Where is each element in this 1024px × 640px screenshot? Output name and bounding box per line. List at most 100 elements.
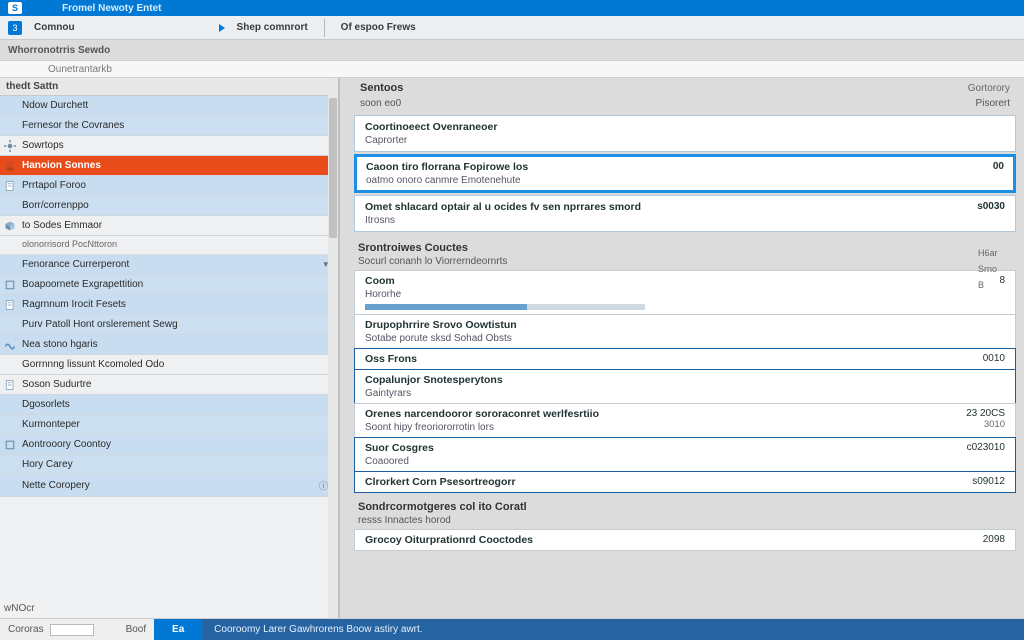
table-row[interactable]: Orenes narcendooror sororaconret werlfes… bbox=[354, 403, 1016, 438]
row-title: Orenes narcendooror sororaconret werlfes… bbox=[365, 408, 599, 420]
row-value: 2098 bbox=[983, 534, 1005, 545]
breadcrumb-sub: Ounetrantarkb bbox=[0, 60, 1024, 78]
section2-sub: Socurl conanh lo Viorrerndeornrts bbox=[354, 256, 1016, 271]
aux-label: B bbox=[978, 280, 1016, 290]
sidebar-item-18[interactable]: Nette Coroperyⓘ bbox=[0, 475, 338, 497]
sidebar-item-label: Sowrtops bbox=[22, 140, 64, 151]
section3-title: Sondrcormotgeres col ito Coratl bbox=[354, 493, 1016, 515]
card-sub: oatmo onoro canmre Emotenehute bbox=[366, 175, 528, 186]
table-row[interactable]: Copalunjor SnotesperytonsGaintyrars bbox=[354, 369, 1016, 404]
table-row[interactable]: Drupophrrire Srovo OowtistunSotabe porut… bbox=[354, 314, 1016, 349]
cube-icon bbox=[4, 220, 16, 232]
status-message: Cooroomy Larer Gawhrorens Boow astiry aw… bbox=[202, 619, 1024, 640]
row-value: s09012 bbox=[972, 476, 1005, 487]
sidebar-item-label: Soson Sudurtre bbox=[22, 379, 92, 390]
sidebar-item-9[interactable]: Ragrnnum Irocit Fesets bbox=[0, 295, 338, 315]
sidebar-item-13[interactable]: Soson Sudurtre bbox=[0, 375, 338, 395]
tab-common[interactable]: Comnou bbox=[34, 22, 75, 33]
row-sub: Coaoored bbox=[365, 456, 434, 467]
doc-icon bbox=[4, 299, 16, 311]
sidebar-item-label: Hanoion Sonnes bbox=[22, 160, 101, 171]
wave-icon bbox=[4, 339, 16, 351]
sidebar-item-5[interactable]: Borr/correnppo bbox=[0, 196, 338, 216]
scrollbar-thumb[interactable] bbox=[329, 98, 337, 238]
doc-icon bbox=[4, 379, 16, 391]
tab-shop[interactable]: Shep comnrort bbox=[237, 22, 308, 33]
row-sub: Gaintyrars bbox=[365, 388, 503, 399]
card-0[interactable]: Coortinoeect OvenraneoerCaprorter bbox=[354, 115, 1016, 152]
sidebar-item-6[interactable]: to Sodes Emmaor bbox=[0, 216, 338, 236]
row-title: Suor Cosgres bbox=[365, 442, 434, 454]
panel-title: Sentoos bbox=[360, 82, 403, 94]
main-panel: Sentoos Gortorory soon eo0 Pisorert Coor… bbox=[340, 78, 1024, 618]
sidebar-scrollbar[interactable] bbox=[328, 78, 338, 618]
panel-sub-right: Pisorert bbox=[976, 98, 1010, 109]
sidebar-item-0[interactable]: Ndow Durchett bbox=[0, 96, 338, 116]
sidebar-item-17[interactable]: Hory Carey bbox=[0, 455, 338, 475]
sidebar-item-label: Fenorance Currerperont bbox=[22, 259, 129, 270]
sidebar-item-14[interactable]: Dgosorlets bbox=[0, 395, 338, 415]
play-icon[interactable] bbox=[219, 24, 225, 32]
card-sub: Caprorter bbox=[365, 135, 497, 146]
box-icon bbox=[4, 439, 16, 451]
sidebar-item-7[interactable]: Fenorance Currerperont▾ bbox=[0, 255, 338, 275]
sub-chip[interactable]: 3 bbox=[8, 21, 22, 35]
row-title: Grocoy Oiturprationrd Cooctodes bbox=[365, 534, 533, 546]
sidebar-item-4[interactable]: Prrtapol Foroo bbox=[0, 176, 338, 196]
sidebar-footer-1: wNOcr bbox=[4, 603, 35, 614]
table-row[interactable]: Grocoy Oiturprationrd Cooctodes 2098 bbox=[354, 529, 1016, 551]
section3-sub: resss Innactes horod bbox=[354, 515, 1016, 530]
status-mini-box bbox=[50, 624, 94, 636]
card-1[interactable]: Caoon tiro florrana Fopirowe los oatmo on… bbox=[354, 154, 1016, 193]
table-row[interactable]: Clrorkert Corn Psesortreogorrs09012 bbox=[354, 471, 1016, 493]
status-bar: Cororas Boof Ea Cooroomy Larer Gawhroren… bbox=[0, 618, 1024, 640]
sidebar-header: thedt Sattn bbox=[0, 78, 338, 96]
aux-column: H6ar Srno B bbox=[978, 248, 1016, 296]
panel-title-right: Gortorory bbox=[968, 83, 1010, 94]
sidebar-item-8[interactable]: Boapoornete Exgrapettition bbox=[0, 275, 338, 295]
toolbar-separator bbox=[324, 19, 325, 37]
sidebar-item-label: Gorrnnng lissunt Kcomoled Odo bbox=[22, 359, 164, 370]
panel-sub: soon eo0 bbox=[360, 98, 401, 109]
section2-title: Srontroiwes Couctes bbox=[354, 234, 1016, 256]
sidebar-item-label: Borr/correnppo bbox=[22, 200, 89, 211]
sidebar-item-label: Aontrooory Coontoy bbox=[22, 439, 111, 450]
aux-label: Srno bbox=[978, 264, 1016, 274]
sidebar-item-label: Prrtapol Foroo bbox=[22, 180, 86, 191]
sidebar-item-1[interactable]: Fernesor the Covranes bbox=[0, 116, 338, 136]
table-row[interactable]: Suor Cosgres Coaoored c023010 bbox=[354, 437, 1016, 472]
card-value: 00 bbox=[993, 161, 1004, 172]
sidebar-item-11[interactable]: Nea stono hgaris bbox=[0, 335, 338, 355]
card-title: Omet shlacard optair al u ocides fv sen … bbox=[365, 201, 641, 213]
aux-label: H6ar bbox=[978, 248, 1016, 258]
sidebar-item-label: Nette Coropery bbox=[22, 480, 90, 491]
status-left: Cororas Boof bbox=[0, 619, 154, 640]
sidebar-item-2[interactable]: Sowrtops bbox=[0, 136, 338, 156]
breadcrumb: Whorronotrris Sewdo bbox=[0, 40, 1024, 60]
doc-icon bbox=[4, 180, 16, 192]
sidebar-item-3[interactable]: Hanoion Sonnes bbox=[0, 156, 338, 176]
row-value: c023010 bbox=[967, 442, 1005, 453]
row-sub: Sotabe porute sksd Sohad Obsts bbox=[365, 333, 517, 344]
sidebar-item-15[interactable]: Kurmonteper bbox=[0, 415, 338, 435]
row-value: 23 20CS3010 bbox=[966, 408, 1005, 430]
sidebar-item-10[interactable]: Purv Patoll Hont orslerement Sewg bbox=[0, 315, 338, 335]
status-seg[interactable]: Ea bbox=[154, 619, 202, 640]
sidebar-item-12[interactable]: Gorrnnng lissunt Kcomoled Odo bbox=[0, 355, 338, 375]
card-title: Caoon tiro florrana Fopirowe los bbox=[366, 161, 528, 173]
row-title: Oss Frons bbox=[365, 353, 417, 365]
sidebar-item-label: to Sodes Emmaor bbox=[22, 220, 102, 231]
tab-frews[interactable]: Of espoo Frews bbox=[341, 22, 416, 33]
sidebar-item-label: Dgosorlets bbox=[22, 399, 70, 410]
card-2[interactable]: Omet shlacard optair al u ocides fv sen … bbox=[354, 195, 1016, 232]
sidebar-item-sub: olonorrisord PocNttoron bbox=[0, 236, 338, 255]
table-row[interactable]: Oss Frons0010 bbox=[354, 348, 1016, 370]
sidebar-item-label: Boapoornete Exgrapettition bbox=[22, 279, 143, 290]
sidebar-item-label: Purv Patoll Hont orslerement Sewg bbox=[22, 319, 178, 330]
row-sub: Soont hipy freoriororrotin lors bbox=[365, 422, 599, 433]
app-pill[interactable]: S bbox=[8, 2, 22, 14]
sidebar-item-16[interactable]: Aontrooory Coontoy bbox=[0, 435, 338, 455]
ribbon-left: S bbox=[8, 2, 22, 14]
row-sub: Hororhe bbox=[365, 289, 645, 300]
table-row[interactable]: CoomHororhe8 bbox=[354, 270, 1016, 315]
